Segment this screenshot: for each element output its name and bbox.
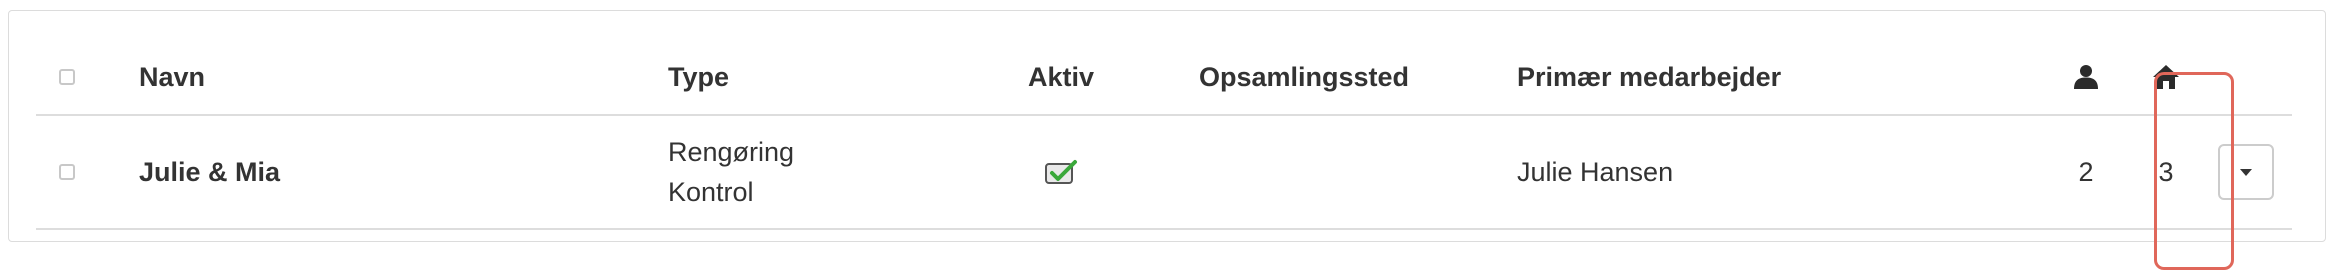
row-type: Rengøring Kontrol bbox=[668, 116, 794, 228]
header-primary-employee[interactable]: Primær medarbejder bbox=[1517, 40, 1781, 114]
teams-table: Navn Type Aktiv Opsamlingssted Primær me… bbox=[36, 40, 2292, 270]
select-all-checkbox[interactable] bbox=[59, 69, 75, 85]
table-header-row: Navn Type Aktiv Opsamlingssted Primær me… bbox=[36, 40, 2292, 116]
row-active-cell bbox=[1016, 116, 1106, 228]
row-actions-cell bbox=[2216, 116, 2276, 228]
row-primary-employee: Julie Hansen bbox=[1517, 157, 1674, 187]
row-checkbox[interactable] bbox=[59, 164, 75, 180]
header-person-cell[interactable] bbox=[2066, 40, 2106, 114]
row-name[interactable]: Julie & Mia bbox=[139, 116, 280, 228]
caret-down-icon bbox=[2240, 168, 2252, 176]
house-icon bbox=[2153, 65, 2179, 89]
row-type-line: Rengøring bbox=[668, 137, 795, 167]
header-name[interactable]: Navn bbox=[139, 40, 205, 114]
header-type[interactable]: Type bbox=[668, 40, 729, 114]
header-house-cell[interactable] bbox=[2144, 40, 2188, 114]
row-house-count: 3 bbox=[2158, 157, 2174, 187]
row-select-cell bbox=[59, 116, 83, 228]
header-pickup[interactable]: Opsamlingssted bbox=[1199, 40, 1409, 114]
active-checkmark-icon bbox=[1045, 160, 1077, 184]
table-row[interactable]: Julie & Mia Rengøring Kontrol Julie Hans… bbox=[36, 116, 2292, 230]
select-all-cell bbox=[59, 40, 83, 114]
header-active[interactable]: Aktiv bbox=[1016, 40, 1106, 114]
row-actions-dropdown-button[interactable] bbox=[2218, 144, 2274, 200]
person-icon bbox=[2074, 65, 2098, 89]
row-person-count: 2 bbox=[2078, 157, 2094, 187]
row-type-line: Kontrol bbox=[668, 177, 754, 207]
